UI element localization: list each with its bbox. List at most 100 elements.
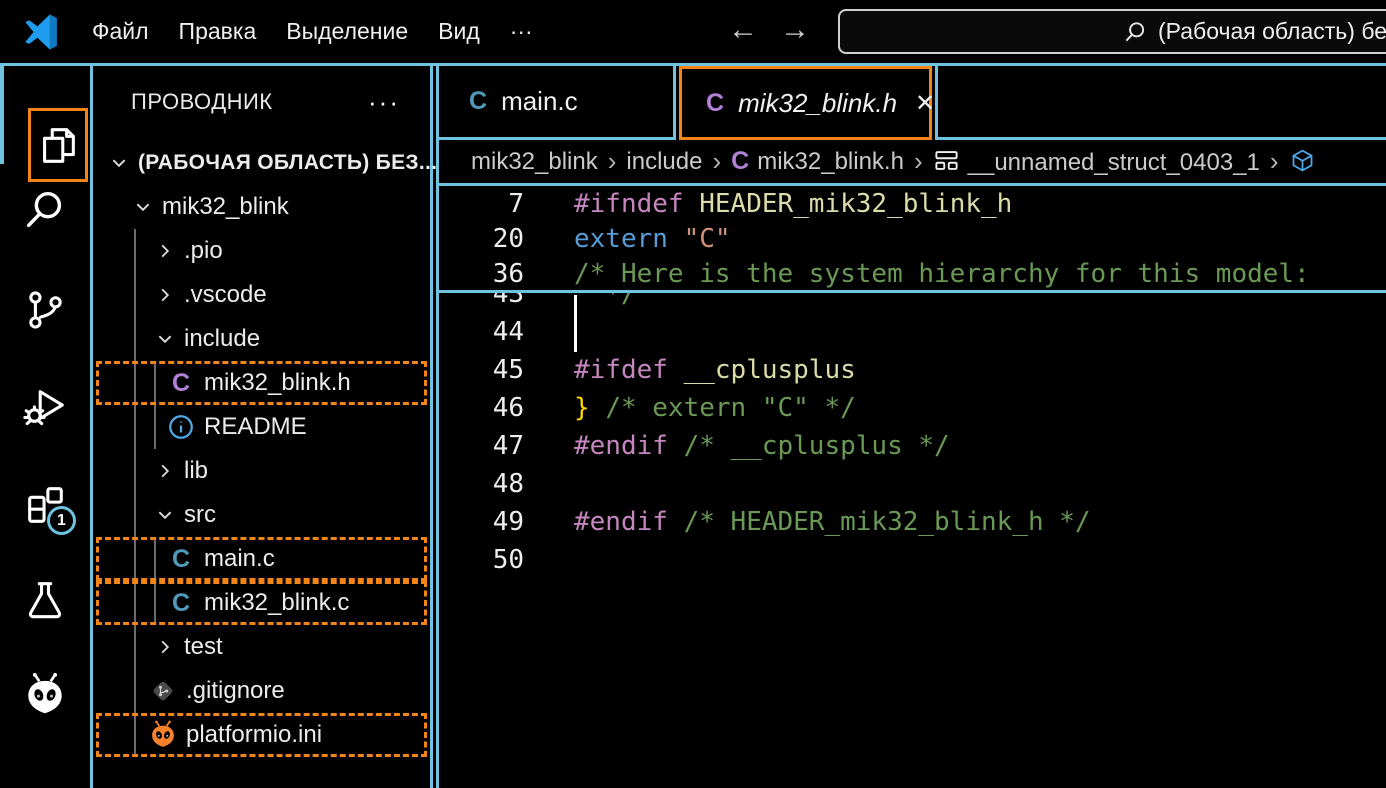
breadcrumb-item-1[interactable]: include (626, 148, 702, 176)
menu-item-1[interactable]: Правка (164, 0, 272, 63)
breadcrumb-item-3[interactable]: __unnamed_struct_0403_1 (933, 147, 1260, 177)
menu-item-0[interactable]: Файл (77, 0, 164, 63)
tree-item-label: include (184, 317, 260, 361)
tree-item-label: README (204, 405, 307, 449)
menu-item-2[interactable]: Выделение (271, 0, 423, 63)
breadcrumb-item-2[interactable]: Cmik32_blink.h (731, 147, 904, 176)
tree-item-label: .gitignore (186, 669, 285, 713)
chevron-down-icon[interactable] (110, 154, 128, 172)
platformio-icon (22, 672, 68, 718)
breadcrumb-separator-icon: › (914, 146, 923, 177)
tree-item-mik32-blink[interactable]: mik32_blink (96, 185, 427, 229)
tab-bar: C main.c C mik32_blink.h ✕ (439, 66, 1386, 140)
tree-item--gitignore[interactable]: .gitignore (96, 669, 427, 713)
activity-item-search[interactable] (0, 187, 90, 233)
tab-label: mik32_blink.h (738, 88, 897, 119)
line-text: #ifdef __cplusplus (574, 355, 856, 385)
tree-item-test[interactable]: test (96, 625, 427, 669)
c-header-file-icon: C (731, 147, 749, 175)
cube-icon (1289, 147, 1316, 174)
code-editor[interactable]: 43 */44 45 #ifdef __cplusplus 46 } /* extern… (439, 293, 1386, 785)
chevron-right-icon[interactable] (156, 462, 174, 480)
line-text: #ifndef HEADER_mik32_blink_h (574, 189, 1012, 219)
line-number: 45 (439, 355, 524, 385)
tab-main-c[interactable]: C main.c (439, 66, 676, 140)
line-number: 49 (439, 507, 524, 537)
tree-item-label: main.c (204, 537, 275, 581)
chevron-right-icon[interactable] (156, 638, 174, 656)
tree-item-main-c[interactable]: Cmain.c (96, 537, 427, 581)
struct-icon (933, 147, 960, 174)
info-icon (166, 412, 196, 442)
sticky-scroll: 7 #ifndef HEADER_mik32_blink_h 20 extern "C… (439, 186, 1386, 293)
tree-item-platformio-ini[interactable]: platformio.ini (96, 713, 427, 757)
tree-item-include[interactable]: include (96, 317, 427, 361)
menu-item-3[interactable]: Вид (423, 0, 495, 63)
search-icon (1122, 19, 1148, 45)
tab-mik32-blink-h[interactable]: C mik32_blink.h ✕ (679, 66, 932, 140)
line-number: 46 (439, 393, 524, 423)
activity-item-run-debug[interactable] (0, 383, 90, 429)
code-line-7[interactable]: 7 #ifndef HEADER_mik32_blink_h (439, 186, 1386, 221)
tree-item-label: mik32_blink (162, 185, 289, 229)
tree-item-label: platformio.ini (186, 713, 322, 757)
code-line-48[interactable]: 48 (439, 465, 1386, 503)
code-line-44[interactable]: 44 (439, 313, 1386, 351)
text-cursor (574, 295, 577, 352)
tree-item-readme[interactable]: README (96, 405, 427, 449)
breadcrumb-separator-icon: › (1270, 146, 1279, 177)
git-icon (148, 676, 178, 706)
breadcrumb-separator-icon: › (608, 146, 617, 177)
line-text: #endif /* HEADER_mik32_blink_h */ (574, 507, 1091, 537)
tree-item-src[interactable]: src (96, 493, 427, 537)
c-file-icon: C (166, 544, 196, 574)
active-item-indicator (0, 66, 4, 164)
line-text: #endif /* __cplusplus */ (574, 431, 950, 461)
close-tab-icon[interactable]: ✕ (915, 89, 935, 118)
activity-item-source-control[interactable] (0, 287, 90, 333)
code-line-46[interactable]: 46 } /* extern "C" */ (439, 389, 1386, 427)
breadcrumb-label: mik32_blink.h (757, 148, 904, 175)
tree-item-mik32-blink-h[interactable]: Cmik32_blink.h (96, 361, 427, 405)
tree-item--pio[interactable]: .pio (96, 229, 427, 273)
menu-more-button[interactable]: ··· (495, 0, 548, 63)
tree-item-label: .pio (184, 229, 223, 273)
activity-bar: 1 (0, 66, 93, 788)
chevron-down-icon[interactable] (134, 198, 152, 216)
line-number: 36 (439, 259, 524, 289)
activity-item-platformio[interactable] (0, 672, 90, 718)
chevron-right-icon[interactable] (156, 286, 174, 304)
breadcrumb-label: __unnamed_struct_0403_1 (968, 149, 1260, 176)
chevron-down-icon[interactable] (156, 330, 174, 348)
line-number: 20 (439, 224, 524, 254)
code-line-43[interactable]: 43 */ (439, 293, 1386, 313)
activity-item-extensions[interactable]: 1 (0, 482, 90, 528)
line-text: } /* extern "C" */ (574, 393, 856, 423)
code-line-49[interactable]: 49 #endif /* HEADER_mik32_blink_h */ (439, 503, 1386, 541)
breadcrumb-label: mik32_blink (471, 148, 598, 175)
activity-item-testing[interactable] (0, 577, 90, 623)
code-line-20[interactable]: 20 extern "C" (439, 221, 1386, 256)
tree-item-lib[interactable]: lib (96, 449, 427, 493)
breadcrumb-item-0[interactable]: mik32_blink (471, 148, 598, 176)
sidebar-more-actions-button[interactable]: ··· (368, 87, 400, 118)
nav-back-button[interactable]: ← (728, 0, 758, 60)
nav-forward-button[interactable]: → (780, 0, 810, 60)
breadcrumb-item-4[interactable] (1289, 147, 1324, 177)
code-line-50[interactable]: 50 (439, 541, 1386, 579)
line-text: /* Here is the system hierarchy for this… (574, 259, 1310, 289)
line-number: 48 (439, 469, 524, 499)
code-line-36[interactable]: 36 /* Here is the system hierarchy for th… (439, 256, 1386, 291)
tree-item-label: mik32_blink.c (204, 581, 349, 625)
line-number: 7 (439, 189, 524, 219)
tree-item--vscode[interactable]: .vscode (96, 273, 427, 317)
code-line-45[interactable]: 45 #ifdef __cplusplus (439, 351, 1386, 389)
chevron-down-icon[interactable] (156, 506, 174, 524)
line-text: extern "C" (574, 224, 731, 254)
chevron-right-icon[interactable] (156, 242, 174, 260)
tree-item-mik32-blink-c[interactable]: Cmik32_blink.c (96, 581, 427, 625)
line-number: 50 (439, 545, 524, 575)
command-center-search[interactable]: (Рабочая область) бе (838, 9, 1386, 54)
code-line-47[interactable]: 47#endif /* __cplusplus */ (439, 427, 1386, 465)
tree-item--[interactable]: (РАБОЧАЯ ОБЛАСТЬ) БЕЗ... (96, 141, 427, 185)
